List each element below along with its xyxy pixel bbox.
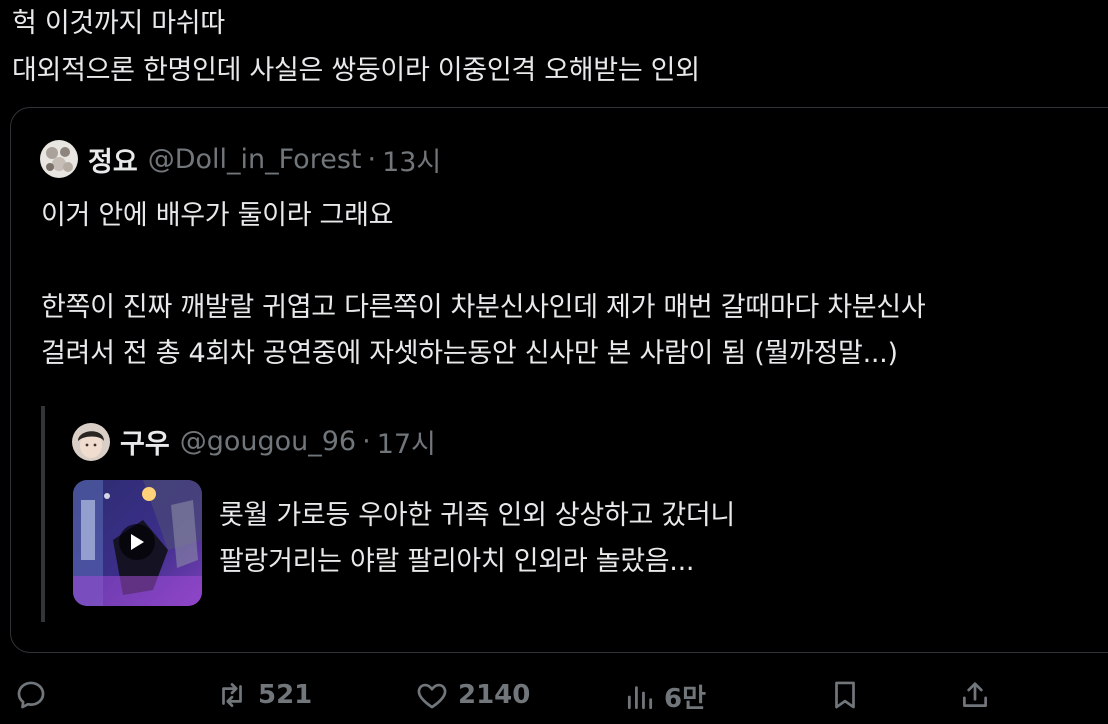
tweet-text-line: 헉 이것까지 마쉬따: [12, 8, 225, 39]
bookmark-button[interactable]: [828, 678, 862, 712]
tweet-text-line: 대외적으론 한명인데 사실은 쌍둥이라 이중인격 오해받는 인외: [12, 55, 700, 86]
author-handle[interactable]: @gougou_96: [180, 426, 356, 457]
nested-tweet-text: 롯월 가로등 우아한 귀족 인외 상상하고 갔더니 팔랑거리는 야랄 팔리아치 …: [219, 493, 735, 585]
bookmark-icon: [835, 681, 855, 709]
views-icon: [627, 685, 653, 709]
author-name[interactable]: 정요: [88, 140, 138, 179]
avatar[interactable]: [40, 140, 78, 178]
like-count: 2140: [458, 680, 531, 710]
timestamp[interactable]: 13시: [382, 140, 441, 179]
like-icon: [417, 683, 447, 709]
quoted-text-line: 한쪽이 진짜 깨발랄 귀엽고 다른쪽이 차분신사인데 제가 매번 갈때마다 차분…: [41, 292, 926, 323]
share-button[interactable]: [958, 678, 992, 712]
action-bar: 521 2140 6만: [0, 668, 1108, 724]
nested-quoted-tweet[interactable]: 구우 @gougou_96 · 17시 롯월 가로등 우아한 귀족 인외 상상하…: [41, 406, 1045, 622]
reply-button[interactable]: [14, 678, 48, 712]
video-thumbnail[interactable]: [73, 480, 202, 606]
author-name[interactable]: 구우: [120, 422, 170, 461]
nested-text-line: 롯월 가로등 우아한 귀족 인외 상상하고 갔더니: [219, 500, 735, 531]
nested-tweet-header: 구우 @gougou_96 · 17시: [72, 422, 436, 461]
avatar-image: [40, 140, 78, 178]
quoted-tweet-card[interactable]: 정요 @Doll_in_Forest · 13시 이거 안에 배우가 둘이라 그…: [10, 107, 1108, 653]
separator-dot: ·: [367, 143, 377, 175]
avatar-image: [72, 422, 110, 461]
views-count: 6만: [664, 684, 707, 714]
separator-dot: ·: [362, 426, 371, 457]
quoted-text-line: 걸려서 전 총 4회차 공연중에 자셋하는동안 신사만 본 사람이 됨 (뭘까정…: [41, 338, 898, 369]
quoted-tweet-header: 정요 @Doll_in_Forest · 13시: [40, 139, 441, 179]
play-button[interactable]: [119, 524, 155, 560]
share-icon: [963, 682, 987, 707]
retweet-count: 521: [258, 680, 313, 710]
avatar[interactable]: [72, 422, 110, 461]
timestamp[interactable]: 17시: [377, 422, 436, 461]
retweet-icon: [222, 683, 242, 707]
tweet-text: 헉 이것까지 마쉬따 대외적으론 한명인데 사실은 쌍둥이라 이중인격 오해받는…: [12, 0, 700, 94]
quoted-tweet-body: 이거 안에 배우가 둘이라 그래요 한쪽이 진짜 깨발랄 귀엽고 다른쪽이 차분…: [41, 193, 926, 377]
views-button[interactable]: 6만: [624, 678, 706, 715]
like-button[interactable]: 2140: [414, 678, 530, 712]
retweet-button[interactable]: 521: [214, 678, 312, 712]
quoted-text-line: 이거 안에 배우가 둘이라 그래요: [41, 200, 394, 231]
reply-icon: [17, 681, 45, 709]
play-icon: [131, 534, 144, 550]
author-handle[interactable]: @Doll_in_Forest: [148, 144, 362, 175]
nested-text-line: 팔랑거리는 야랄 팔리아치 인외라 놀랐음...: [219, 546, 695, 577]
